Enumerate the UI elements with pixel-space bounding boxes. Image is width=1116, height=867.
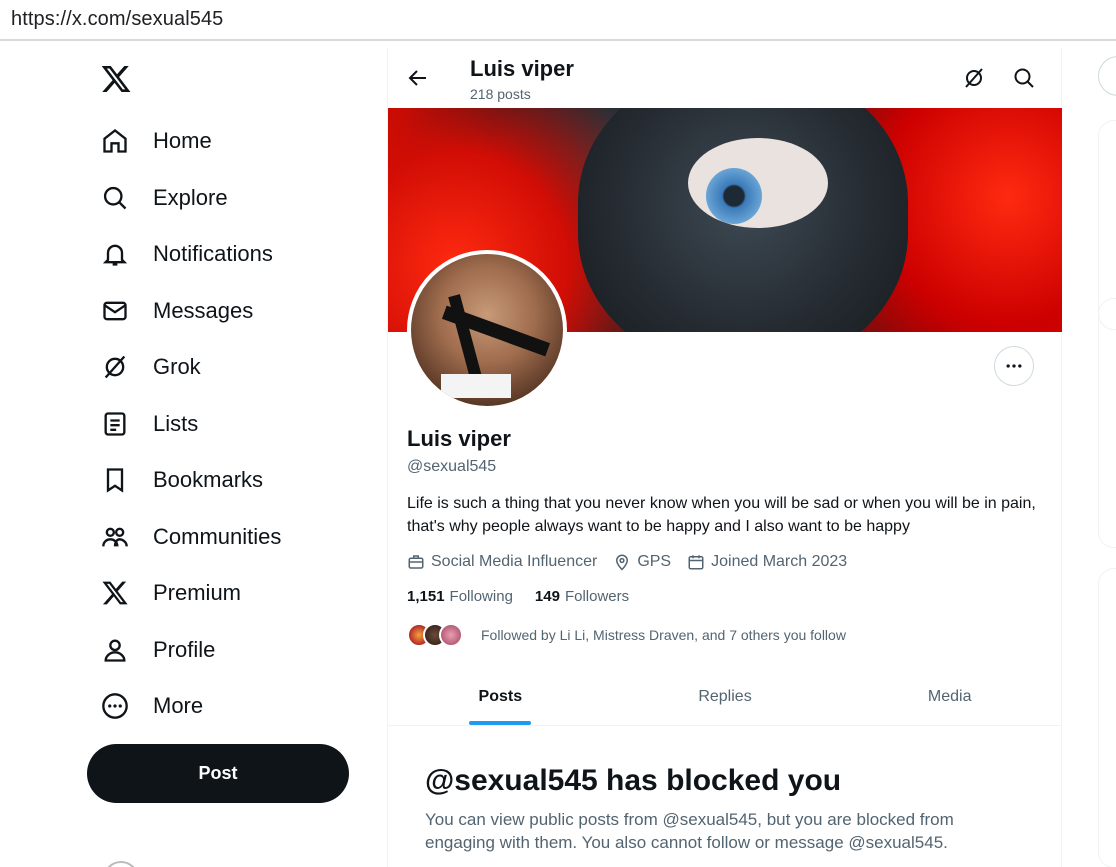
search-icon[interactable] [1012,66,1036,90]
following-label: Following [449,588,513,605]
profile-avatar[interactable] [407,250,567,410]
blocked-title: @sexual545 has blocked you [425,764,842,797]
following-count: 1,151 [407,588,445,605]
people-icon [100,522,130,552]
followers-label: Followers [564,588,630,605]
right-sidebar-edge [1098,48,1116,867]
x-logo-icon[interactable] [100,63,132,95]
category-text: Social Media Influencer [431,553,598,570]
more-circle-icon [100,691,130,721]
nav-label: Explore [153,185,228,210]
nav-item-grok[interactable]: Grok [100,347,201,387]
joined-text: Joined March 2023 [711,553,848,570]
bell-icon [100,239,130,269]
tab-label: Replies [698,687,752,705]
nav-item-lists[interactable]: Lists [100,404,198,444]
tab-media[interactable]: Media [837,668,1062,725]
profile-bio: Life is such a thing that you never know… [407,495,1036,535]
nav-label: Home [153,128,212,153]
bookmark-icon [100,465,130,495]
search-icon [100,183,130,213]
active-tab-indicator [469,721,532,725]
envelope-icon [100,296,130,326]
profile-meta: Social Media Influencer GPS Joined March… [407,551,863,573]
follow-stats: 1,151 Following 149 Followers [407,588,651,605]
banner-iris-shape [706,168,762,224]
location-pin-icon [616,554,629,571]
nav-label: Profile [153,637,216,662]
nav-item-more[interactable]: More [100,686,203,726]
left-nav: Home Explore Notifications Messages Grok… [0,43,388,867]
followed-by-row[interactable]: Followed by Li Li, Mistress Draven, and … [407,621,846,649]
list-icon [100,409,130,439]
profile-name: Luis viper [407,426,511,451]
nav-label: Lists [153,411,199,436]
tab-replies[interactable]: Replies [613,668,838,725]
back-arrow-icon[interactable] [406,66,430,90]
nav-item-profile[interactable]: Profile [100,630,215,670]
tab-posts[interactable]: Posts [388,668,613,725]
briefcase-icon [408,555,424,569]
nav-label: Premium [153,580,242,605]
following-link[interactable]: 1,151 Following [407,588,513,605]
nav-item-bookmarks[interactable]: Bookmarks [100,460,263,500]
nav-label: Notifications [153,241,273,266]
profile-column: Luis viper 218 posts Luis viper @sexual5… [387,48,1062,867]
calendar-icon [688,555,704,570]
location-text: GPS [637,553,672,570]
followers-count: 149 [534,588,560,605]
followed-by-text: Followed by Li Li, Mistress Draven, and … [481,627,846,643]
account-avatar[interactable] [103,861,139,867]
nav-item-home[interactable]: Home [100,121,212,161]
post-count: 218 posts [470,86,531,102]
nav-label: Communities [153,524,282,549]
right-search-edge[interactable] [1098,56,1116,96]
more-options-button[interactable] [994,346,1034,386]
nav-item-communities[interactable]: Communities [100,517,281,557]
ellipsis-icon [1006,364,1022,368]
profile-joined: Joined March 2023 [687,553,847,571]
profile-handle: @sexual545 [407,458,497,475]
blocked-text: You can view public posts from @sexual54… [425,810,954,852]
address-bar[interactable]: https://x.com/sexual545 [0,0,1116,41]
nav-item-premium[interactable]: Premium [100,573,241,613]
followers-link[interactable]: 149 Followers [535,588,629,605]
follower-avatar [439,623,463,647]
profile-category: Social Media Influencer [407,553,597,571]
nav-label: Bookmarks [153,467,264,492]
nav-item-messages[interactable]: Messages [100,291,253,331]
home-icon [100,126,130,156]
avatar-detail [441,374,511,398]
profile-header-bar: Luis viper 218 posts [388,48,1062,108]
nav-item-notifications[interactable]: Notifications [100,234,273,274]
tab-label: Posts [478,687,523,705]
right-card-edge [1098,298,1116,548]
right-card-edge [1098,568,1116,867]
profile-location: GPS [613,553,671,571]
tab-label: Media [927,687,972,705]
post-button[interactable]: Post [87,744,349,803]
nav-label: Grok [153,354,201,379]
url-text[interactable]: https://x.com/sexual545 [11,8,223,31]
nav-label: Messages [153,298,254,323]
profile-tabs: Posts Replies Media [388,668,1062,726]
x-logo-icon [100,578,130,608]
grok-icon[interactable] [962,66,986,90]
nav-item-explore[interactable]: Explore [100,178,228,218]
nav-label: More [153,693,204,718]
person-icon [100,635,130,665]
header-title: Luis viper [470,56,574,81]
grok-icon [100,352,130,382]
